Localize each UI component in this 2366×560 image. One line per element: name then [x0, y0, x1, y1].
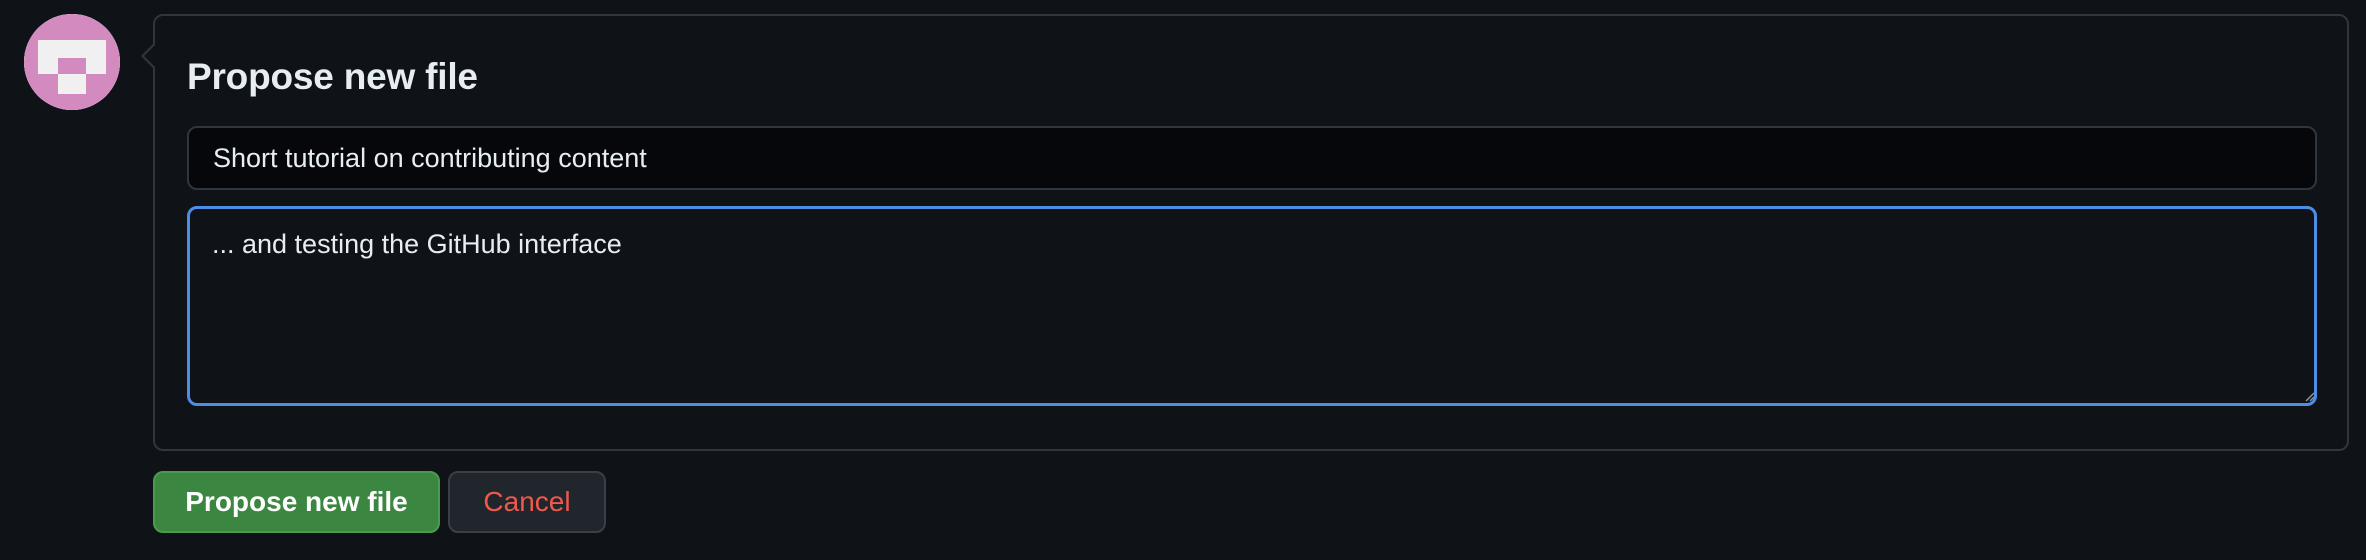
- cancel-button[interactable]: Cancel: [448, 471, 606, 533]
- commit-title-input[interactable]: [187, 126, 2317, 190]
- propose-new-file-button[interactable]: Propose new file: [153, 471, 440, 533]
- propose-file-page: Propose new file ... and testing the Git…: [0, 0, 2366, 560]
- commit-description-textarea[interactable]: ... and testing the GitHub interface: [187, 206, 2317, 406]
- card-title: Propose new file: [187, 56, 478, 97]
- propose-file-card: Propose new file ... and testing the Git…: [141, 14, 2349, 451]
- identicon-avatar-icon: [24, 14, 120, 110]
- user-avatar[interactable]: [24, 14, 120, 110]
- resize-grip-icon[interactable]: [2303, 390, 2315, 402]
